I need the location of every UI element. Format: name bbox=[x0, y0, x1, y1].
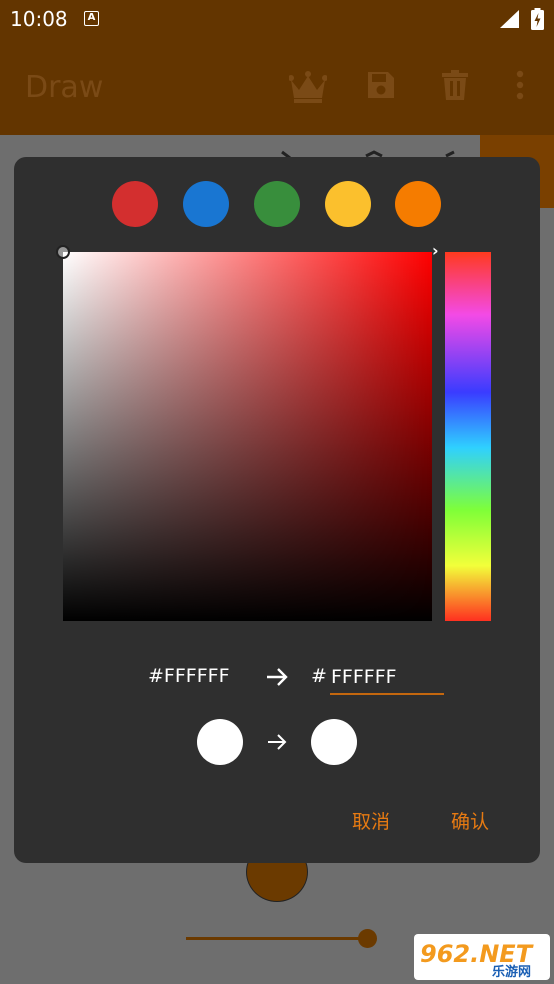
app-bar: Draw bbox=[0, 40, 554, 135]
status-bar: 10:08 A bbox=[0, 0, 554, 40]
saturation-value-picker[interactable] bbox=[63, 252, 432, 621]
old-hex-label: #FFFFFF bbox=[148, 665, 230, 687]
hex-prefix: # bbox=[311, 665, 327, 687]
brush-size-slider[interactable] bbox=[186, 937, 368, 940]
hue-marker-icon[interactable]: › bbox=[432, 243, 439, 259]
brush-size-slider-thumb[interactable] bbox=[358, 929, 377, 948]
preset-red[interactable] bbox=[112, 181, 158, 227]
watermark-graphic: 962.NET 乐游网 bbox=[420, 940, 534, 980]
confirm-button[interactable]: 确认 bbox=[451, 807, 489, 834]
arrow-right-icon bbox=[267, 668, 288, 686]
old-color-swatch bbox=[197, 719, 243, 765]
sv-picker-cursor[interactable] bbox=[56, 245, 70, 259]
hue-slider[interactable] bbox=[445, 252, 491, 621]
more-vert-icon[interactable] bbox=[516, 70, 524, 100]
preset-blue[interactable] bbox=[183, 181, 229, 227]
watermark-logo: 962.NET 乐游网 bbox=[414, 934, 550, 980]
status-time: 10:08 bbox=[10, 7, 68, 31]
cancel-button[interactable]: 取消 bbox=[352, 807, 390, 834]
arrow-right-icon bbox=[268, 734, 287, 750]
new-color-swatch bbox=[311, 719, 357, 765]
preset-yellow[interactable] bbox=[325, 181, 371, 227]
watermark-subtext: 乐游网 bbox=[492, 964, 531, 980]
app-title: Draw bbox=[25, 70, 104, 105]
signal-icon bbox=[500, 10, 519, 28]
notification-icon: A bbox=[84, 11, 99, 26]
save-icon[interactable] bbox=[366, 70, 396, 100]
watermark-text: 962.NET bbox=[420, 940, 534, 968]
preset-green[interactable] bbox=[254, 181, 300, 227]
color-picker-dialog: › #FFFFFF # 取消 确认 bbox=[14, 157, 540, 863]
battery-charging-icon bbox=[531, 8, 544, 30]
hex-input[interactable] bbox=[330, 661, 444, 695]
delete-icon[interactable] bbox=[442, 70, 468, 100]
crown-icon[interactable] bbox=[289, 70, 327, 104]
canvas-strokes bbox=[281, 150, 455, 158]
preset-orange[interactable] bbox=[395, 181, 441, 227]
